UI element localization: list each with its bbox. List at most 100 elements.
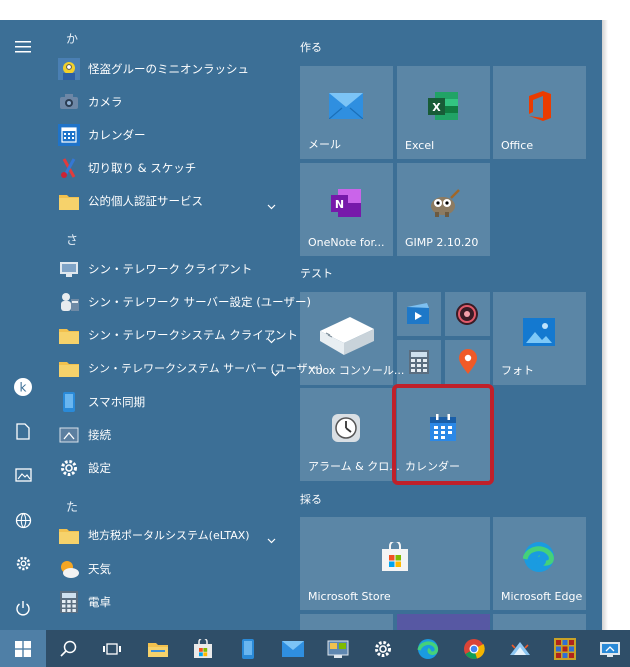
- list-item-label: 接続: [88, 428, 111, 442]
- list-item-eltax-folder[interactable]: 地方税ポータルシステム(eLTAX): [52, 520, 284, 550]
- list-item-telework-client[interactable]: シン・テレワーク クライアント: [52, 254, 284, 284]
- tile-partial[interactable]: [397, 614, 490, 630]
- list-item-label: 怪盗グルーのミニオンラッシュ: [88, 62, 249, 76]
- folder-icon: [58, 357, 80, 379]
- user-avatar-icon[interactable]: k: [8, 372, 38, 402]
- tile-xbox-console[interactable]: Xbox コンソール...: [300, 292, 404, 385]
- pictures-icon[interactable]: [8, 460, 38, 490]
- alarm-clock-icon: [328, 410, 364, 446]
- task-view-icon[interactable]: [90, 630, 134, 667]
- list-item-label: 天気: [88, 562, 111, 576]
- list-item-telework-client-folder[interactable]: シン・テレワークシステム クライアント: [52, 320, 298, 350]
- svg-text:k: k: [20, 381, 27, 395]
- list-item-telework-server[interactable]: シン・テレワーク サーバー設定 (ユーザー): [52, 287, 311, 317]
- tile-excel[interactable]: X Excel: [397, 66, 490, 159]
- list-item-weather[interactable]: 天気: [52, 554, 284, 584]
- store-icon: [377, 539, 413, 575]
- start-rail: k: [0, 20, 46, 630]
- control-panel-icon[interactable]: [316, 630, 360, 667]
- remote-icon[interactable]: [588, 630, 630, 667]
- telework-server-icon: [58, 291, 80, 313]
- list-item-settings[interactable]: 設定: [52, 453, 284, 483]
- office-icon: [521, 88, 557, 124]
- tile-partial[interactable]: [493, 614, 586, 630]
- list-item-label: 設定: [88, 461, 111, 475]
- list-item-camera[interactable]: カメラ: [52, 87, 284, 117]
- list-item-label: カメラ: [88, 95, 123, 109]
- store-icon[interactable]: [181, 630, 225, 667]
- game-icon[interactable]: [543, 630, 587, 667]
- list-item-calculator[interactable]: 電卓: [52, 587, 284, 617]
- tile-group-title-collect[interactable]: 採る: [300, 491, 322, 507]
- settings-gear-icon[interactable]: [8, 548, 38, 578]
- list-item-label: シン・テレワーク クライアント: [88, 262, 253, 276]
- tile-label: Excel: [405, 139, 435, 152]
- list-item-phone-link[interactable]: スマホ同期: [52, 387, 284, 417]
- file-explorer-icon[interactable]: [136, 630, 180, 667]
- tile-mail[interactable]: メール: [300, 66, 393, 159]
- list-item-calendar[interactable]: カレンダー: [52, 120, 284, 150]
- mail-icon: [328, 88, 364, 124]
- letter-header-ka[interactable]: か: [66, 30, 78, 47]
- network-globe-icon[interactable]: [8, 505, 38, 535]
- svg-text:X: X: [432, 101, 441, 114]
- tile-microsoft-edge[interactable]: Microsoft Edge: [493, 517, 586, 610]
- calculator-icon: [58, 591, 80, 613]
- settings-icon[interactable]: [361, 630, 405, 667]
- list-item-label: 電卓: [88, 595, 111, 609]
- connect-icon: [58, 424, 80, 446]
- chevron-down-icon[interactable]: [267, 195, 276, 214]
- folder-icon: [58, 190, 80, 212]
- minion-game-icon: [58, 58, 80, 80]
- svg-text:N: N: [335, 198, 344, 211]
- chevron-down-icon[interactable]: [267, 329, 276, 348]
- app-list: か 怪盗グルーのミニオンラッシュ カメラ カレンダー 切り取り & スケッチ 公…: [52, 20, 323, 630]
- tile-gimp[interactable]: GIMP 2.10.20: [397, 163, 490, 256]
- gimp-icon: [423, 183, 463, 223]
- tile-label: Microsoft Store: [308, 590, 391, 603]
- tile-label: Xbox コンソール...: [308, 364, 405, 377]
- list-item-minion-rush[interactable]: 怪盗グルーのミニオンラッシュ: [52, 54, 284, 84]
- start-menu: k か 怪盗グルーのミニオンラッシュ カメラ カレンダー 切り取り & スケッチ…: [0, 20, 602, 630]
- edge-icon: [521, 539, 557, 575]
- tile-maps[interactable]: [445, 340, 490, 385]
- tile-office[interactable]: Office: [493, 66, 586, 159]
- tile-group-title-create[interactable]: 作る: [300, 39, 322, 55]
- tile-group-title-test[interactable]: テスト: [300, 265, 333, 281]
- mail-icon[interactable]: [271, 630, 315, 667]
- document-icon[interactable]: [8, 416, 38, 446]
- chrome-icon[interactable]: [452, 630, 496, 667]
- search-icon[interactable]: [46, 630, 90, 667]
- list-item-label: 公的個人認証サービス: [88, 194, 203, 208]
- list-item-snip-sketch[interactable]: 切り取り & スケッチ: [52, 153, 284, 183]
- list-item-label: シン・テレワーク サーバー設定 (ユーザー): [88, 295, 311, 309]
- tile-calculator[interactable]: [397, 340, 441, 385]
- power-icon[interactable]: [8, 593, 38, 623]
- folder-icon: [58, 524, 80, 546]
- tile-label: フォト: [501, 364, 534, 377]
- list-item-connect[interactable]: 接続: [52, 420, 284, 450]
- windows-start-icon[interactable]: [0, 630, 46, 667]
- hamburger-menu-icon[interactable]: [8, 32, 38, 62]
- tile-label: OneNote for...: [308, 236, 385, 249]
- tile-label: GIMP 2.10.20: [405, 236, 479, 249]
- tile-alarm-clock[interactable]: アラーム & クロ...: [300, 388, 400, 481]
- list-item-label: カレンダー: [88, 128, 146, 142]
- tile-movies-tv[interactable]: [397, 292, 441, 336]
- telework-icon[interactable]: [498, 630, 542, 667]
- list-item-telework-server-folder[interactable]: シン・テレワークシステム サーバー (ユーザー): [52, 353, 323, 383]
- tile-groove-music[interactable]: [445, 292, 490, 336]
- chevron-down-icon[interactable]: [271, 362, 280, 381]
- tile-photos[interactable]: フォト: [493, 292, 586, 385]
- tile-partial[interactable]: [300, 614, 393, 630]
- camera-icon: [58, 91, 80, 113]
- chevron-down-icon[interactable]: [267, 529, 276, 548]
- letter-header-ta[interactable]: た: [66, 498, 78, 515]
- list-item-public-auth-folder[interactable]: 公的個人認証サービス: [52, 186, 284, 216]
- edge-icon[interactable]: [406, 630, 450, 667]
- letter-header-sa[interactable]: さ: [66, 231, 78, 248]
- telework-client-icon: [58, 258, 80, 280]
- tile-microsoft-store[interactable]: Microsoft Store: [300, 517, 490, 610]
- tile-onenote[interactable]: N OneNote for...: [300, 163, 393, 256]
- phone-icon[interactable]: [226, 630, 270, 667]
